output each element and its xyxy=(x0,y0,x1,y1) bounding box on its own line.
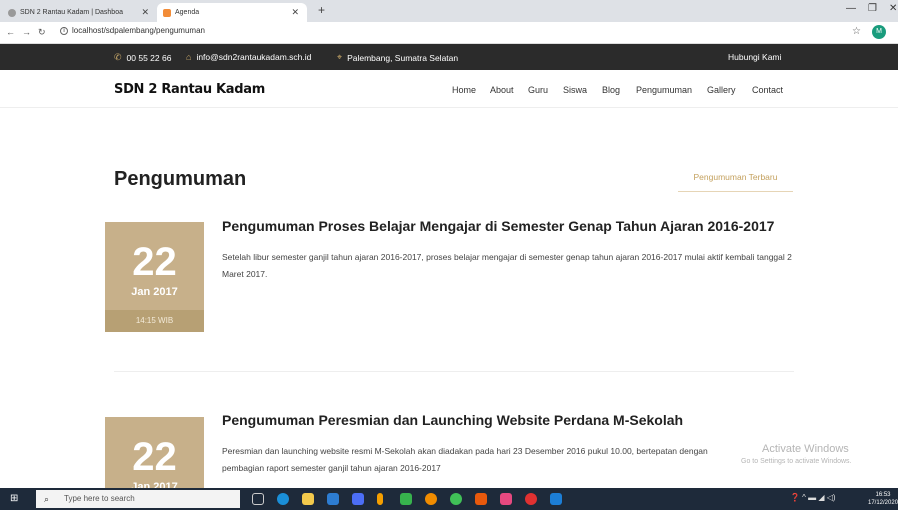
nav-about[interactable]: About xyxy=(490,85,514,95)
close-tab-icon[interactable]: ✕ xyxy=(291,7,299,18)
top-info-bar: ✆ 00 55 22 66 ⌂ info@sdn2rantaukadam.sch… xyxy=(0,44,898,70)
post-excerpt: Setelah libur semester ganjil tahun ajar… xyxy=(222,252,792,279)
taskbar-search-input[interactable]: ⌕ Type here to search xyxy=(36,490,240,508)
post-excerpt: Peresmian dan launching website resmi M-… xyxy=(222,446,708,473)
task-view-icon[interactable] xyxy=(252,493,264,505)
xampp-icon[interactable] xyxy=(475,493,487,505)
nav-blog[interactable]: Blog xyxy=(602,85,620,95)
back-icon[interactable]: ← xyxy=(6,27,15,37)
profile-avatar[interactable]: M xyxy=(872,25,886,39)
new-tab-button[interactable]: + xyxy=(318,3,325,17)
activate-windows-title: Activate Windows xyxy=(762,443,849,455)
phone-info: ✆ 00 55 22 66 xyxy=(114,52,171,63)
word-icon[interactable] xyxy=(550,493,562,505)
close-tab-icon[interactable]: ✕ xyxy=(141,7,149,18)
nav-guru[interactable]: Guru xyxy=(528,85,548,95)
post-date-box: 22 Jan 2017 14:15 WIB xyxy=(105,222,204,332)
activate-windows-subtitle: Go to Settings to activate Windows. xyxy=(741,458,852,465)
taskbar-clock[interactable]: 16:53 17/12/2020 xyxy=(868,491,898,507)
nav-contact[interactable]: Contact xyxy=(752,85,783,95)
maximize-icon[interactable]: ❐ xyxy=(868,3,877,14)
system-tray[interactable]: ❓ ^ ▬ ◢ ◁) xyxy=(790,493,836,502)
location-text: Palembang, Sumatra Selatan xyxy=(347,52,459,63)
file-explorer-icon[interactable] xyxy=(302,493,314,505)
browser-tab-strip: SDN 2 Rantau Kadam | Dashboa ✕ Agenda ✕ … xyxy=(0,0,898,22)
tab-label: SDN 2 Rantau Kadam | Dashboa xyxy=(20,9,123,16)
nav-siswa[interactable]: Siswa xyxy=(563,85,587,95)
post-time: 14:15 WIB xyxy=(105,310,204,332)
spotify-icon[interactable] xyxy=(450,493,462,505)
dropbox-icon[interactable] xyxy=(352,493,364,505)
site-brand[interactable]: SDN 2 Rantau Kadam xyxy=(114,82,265,97)
post-day: 22 xyxy=(132,435,177,479)
nav-home[interactable]: Home xyxy=(452,85,476,95)
map-pin-icon: ⌖ xyxy=(337,52,343,62)
url-field[interactable]: localhost/sdpalembang/pengumuman xyxy=(72,26,205,35)
contact-us-link[interactable]: Hubungi Kami xyxy=(728,52,781,62)
opera-icon[interactable] xyxy=(525,493,537,505)
site-info-icon[interactable]: i xyxy=(60,27,68,35)
post-divider xyxy=(114,371,794,372)
clock-time: 16:53 xyxy=(875,492,891,498)
email-text: info@sdn2rantaukadam.sch.id xyxy=(196,52,312,62)
post-title[interactable]: Pengumuman Peresmian dan Launching Websi… xyxy=(222,412,683,428)
location-info: ⌖ Palembang, Sumatra Selatan xyxy=(337,52,458,63)
tab-agenda[interactable]: Agenda ✕ xyxy=(157,3,307,22)
search-icon: ⌕ xyxy=(44,494,50,504)
bookmark-star-icon[interactable]: ☆ xyxy=(852,26,861,37)
tab-dashboard[interactable]: SDN 2 Rantau Kadam | Dashboa ✕ xyxy=(2,3,157,22)
windows-start-icon[interactable]: ⊞ xyxy=(10,493,18,504)
app-icon[interactable] xyxy=(500,493,512,505)
forward-icon[interactable]: → xyxy=(22,27,31,37)
tab-latest-announcements[interactable]: Pengumuman Terbaru xyxy=(678,172,793,192)
tab-favicon-icon xyxy=(163,8,171,17)
tab-label: Agenda xyxy=(175,9,200,16)
post-date-box: 22 Jan 2017 xyxy=(105,417,204,493)
nav-gallery[interactable]: Gallery xyxy=(707,85,736,95)
close-window-icon[interactable]: ✕ xyxy=(889,3,897,14)
phone-icon: ✆ xyxy=(114,52,122,62)
phone-text: 00 55 22 66 xyxy=(126,52,172,63)
tab-favicon-icon xyxy=(8,8,16,17)
page-title: Pengumuman xyxy=(114,168,247,190)
windows-taskbar: ⊞ ⌕ Type here to search ❓ ^ ▬ ◢ ◁) 16:53… xyxy=(0,488,898,510)
post-day: 22 xyxy=(132,240,177,284)
home-icon: ⌂ xyxy=(186,52,192,62)
post-title[interactable]: Pengumuman Proses Belajar Mengajar di Se… xyxy=(222,218,774,234)
reload-icon[interactable]: ↻ xyxy=(38,27,46,38)
main-navbar: SDN 2 Rantau Kadam Home About Guru Siswa… xyxy=(0,70,898,108)
sublime-icon[interactable] xyxy=(377,493,383,505)
edge-icon[interactable] xyxy=(277,493,289,505)
nav-pengumuman[interactable]: Pengumuman xyxy=(636,85,692,95)
app-icon[interactable] xyxy=(400,493,412,505)
post-month: Jan 2017 xyxy=(131,286,178,298)
search-placeholder: Type here to search xyxy=(64,494,135,503)
clock-date: 17/12/2020 xyxy=(868,500,898,506)
minimize-icon[interactable]: — xyxy=(846,3,856,14)
mail-icon[interactable] xyxy=(327,493,339,505)
email-info: ⌂ info@sdn2rantaukadam.sch.id xyxy=(186,52,311,62)
address-bar: ← → ↻ i localhost/sdpalembang/pengumuman… xyxy=(0,22,898,44)
chrome-icon[interactable] xyxy=(425,493,437,505)
